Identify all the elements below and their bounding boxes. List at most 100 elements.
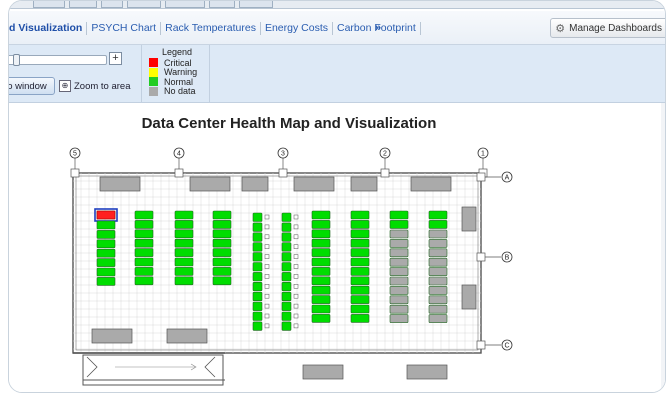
row-pillar	[476, 340, 486, 350]
rack	[281, 272, 292, 282]
rack	[311, 210, 331, 220]
column-pillar	[70, 168, 80, 178]
rack	[428, 267, 448, 276]
top-tab[interactable]	[239, 1, 273, 8]
fit-to-window-button[interactable]: o window	[9, 77, 55, 95]
rack	[174, 248, 194, 257]
crac-unit	[91, 328, 133, 344]
sensor	[264, 274, 270, 279]
sensor	[264, 323, 270, 329]
rack	[428, 304, 448, 314]
rack	[212, 257, 232, 267]
rack	[252, 212, 263, 222]
top-tab[interactable]	[209, 1, 235, 8]
rack	[311, 220, 331, 229]
dashboard-window: d Visualization PSYCH Chart Rack Tempera…	[8, 0, 666, 393]
sensor	[264, 224, 270, 230]
zoom-slider[interactable]	[9, 54, 107, 66]
rack	[281, 311, 292, 321]
toolbar-divider	[209, 45, 210, 103]
room-outline	[72, 172, 482, 354]
rack	[252, 242, 263, 252]
rack	[311, 229, 331, 239]
sensor	[264, 234, 270, 240]
legend-label: Warning	[164, 67, 198, 78]
map-canvas-area: Data Center Health Map and Visualization…	[9, 103, 665, 392]
page-title: Data Center Health Map and Visualization	[141, 115, 437, 132]
floor-plan-map[interactable]: 5 4 3 2 1 A B C	[65, 145, 535, 390]
rack	[311, 238, 331, 248]
tab-psych-chart[interactable]: PSYCH Chart	[87, 22, 160, 34]
rack	[389, 229, 409, 239]
manage-dashboards-label: Manage Dashboards	[569, 22, 662, 34]
zoom-in-button[interactable]: +	[109, 52, 122, 65]
rack	[212, 267, 232, 276]
rack	[96, 248, 116, 258]
more-tabs-button[interactable]: »	[375, 22, 381, 34]
rack	[389, 276, 409, 286]
rack	[350, 248, 370, 257]
sensor	[293, 323, 299, 329]
rack	[281, 252, 292, 262]
top-tab[interactable]	[165, 1, 205, 8]
tab-rack-temperatures[interactable]: Rack Temperatures	[161, 22, 260, 34]
zoom-to-area-button[interactable]: ⊕ Zoom to area	[59, 80, 131, 92]
dashboard-tab-bar: d Visualization PSYCH Chart Rack Tempera…	[9, 11, 665, 45]
rack	[311, 248, 331, 257]
legend-title: Legend	[162, 47, 193, 57]
ups-unit	[461, 284, 477, 310]
tab-visualization[interactable]: d Visualization	[9, 22, 86, 34]
rack	[281, 262, 292, 272]
column-pillar	[174, 168, 184, 178]
rack	[311, 267, 331, 276]
scrollbar[interactable]	[661, 103, 665, 392]
crac-unit	[99, 176, 141, 192]
sensor	[264, 244, 270, 249]
sensor	[293, 224, 299, 230]
legend-label: Normal	[164, 76, 194, 87]
rack	[96, 239, 116, 249]
rack	[134, 210, 154, 220]
rack	[281, 301, 292, 311]
rack	[134, 220, 154, 229]
rack	[428, 286, 448, 295]
map-toolbar: + o window ⊕ Zoom to area Legend Critica…	[9, 45, 665, 103]
crac-unit	[406, 364, 448, 380]
sensor	[293, 244, 299, 249]
tab-separator	[419, 21, 421, 35]
legend-item: No data	[149, 86, 197, 96]
crac-unit	[350, 176, 378, 192]
legend-item: Warning	[149, 67, 198, 78]
rack	[428, 314, 448, 323]
top-tab[interactable]	[33, 1, 65, 8]
rack	[174, 238, 194, 248]
rack	[134, 238, 154, 248]
manage-dashboards-button[interactable]: ⚙ Manage Dashboards	[550, 18, 665, 38]
rack	[174, 210, 194, 220]
rack	[212, 248, 232, 257]
top-tab[interactable]	[69, 1, 97, 8]
tab-energy-costs[interactable]: Energy Costs	[261, 22, 332, 34]
rack	[96, 258, 116, 267]
top-tab[interactable]	[101, 1, 123, 8]
rack	[134, 267, 154, 276]
sensor	[264, 214, 270, 220]
rack	[174, 229, 194, 239]
rack	[96, 230, 116, 239]
legend-item: Critical	[149, 58, 197, 68]
rack	[252, 232, 263, 242]
legend-item: Normal	[149, 77, 197, 87]
crac-unit	[189, 176, 231, 192]
rack	[389, 239, 409, 248]
rack	[212, 276, 232, 286]
rack	[252, 282, 263, 292]
sensor	[264, 313, 270, 319]
top-tab[interactable]	[127, 1, 161, 8]
rack	[212, 229, 232, 239]
rack	[252, 272, 263, 282]
rack	[212, 220, 232, 229]
rack	[350, 238, 370, 248]
row-pillar	[476, 172, 486, 182]
zoom-slider-thumb[interactable]	[13, 54, 20, 66]
rack	[311, 304, 331, 314]
